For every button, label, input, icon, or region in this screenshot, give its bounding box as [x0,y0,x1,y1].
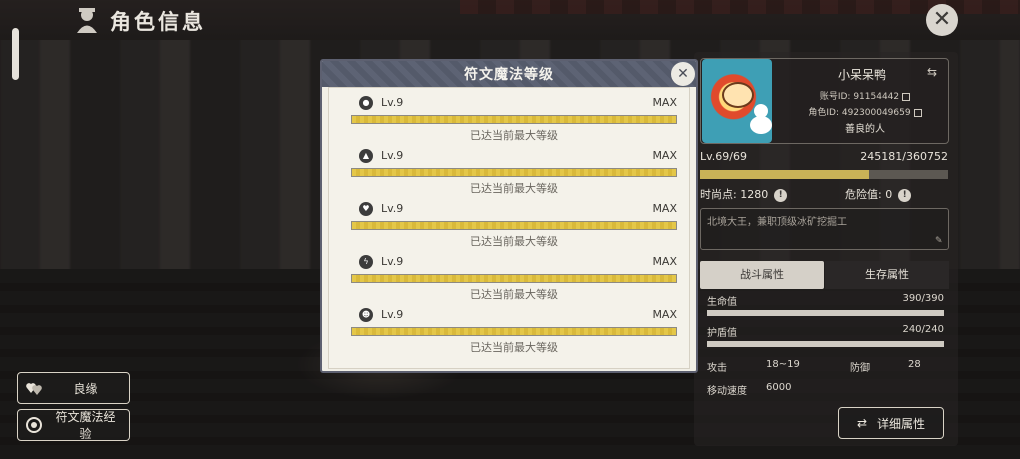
snowman-icon [750,104,772,134]
rune-row: ● Lv.9 MAX 已达当前最大等级 [351,96,677,146]
rune-row: ☻ Lv.9 MAX 已达当前最大等级 [351,308,677,358]
close-icon[interactable]: ✕ [926,4,958,36]
rune-row: ♥ Lv.9 MAX 已达当前最大等级 [351,202,677,252]
rune-progress-bar [351,327,677,336]
exp-text: 245181/360752 [860,150,948,163]
rune-level: Lv.9 [381,308,404,321]
rune-progress-bar [351,221,677,230]
tab-survival-attributes[interactable]: 生存属性 [825,261,949,289]
rune-level: Lv.9 [381,149,404,162]
role-id: 角色ID: 492300049659 [790,105,940,118]
rune-max: MAX [652,202,677,215]
close-icon[interactable]: ✕ [671,62,695,86]
tab-battle-attributes[interactable]: 战斗属性 [700,261,824,289]
detail-attributes-label: 详细属性 [877,416,926,431]
scroll-handle[interactable] [12,28,19,80]
swap-icon[interactable]: ⇆ [927,65,937,79]
rune-note: 已达当前最大等级 [470,235,558,248]
exp-fill [700,170,869,179]
rune-note: 已达当前最大等级 [470,182,558,195]
hp-bar [707,310,944,316]
skull-icon: ☻ [359,308,373,322]
defense-label: 防御 [850,363,870,374]
rune-magic-exp-button[interactable]: 符文魔法经验 [17,409,130,441]
rune-note: 已达当前最大等级 [470,129,558,142]
rune-progress-fill [352,222,676,229]
defense-value: 28 [908,359,921,370]
copy-icon[interactable] [913,108,922,117]
rune-level: Lv.9 [381,202,404,215]
rune-progress-fill [352,275,676,282]
rune-level: Lv.9 [381,255,404,268]
flame-icon: ▲ [359,149,373,163]
account-id: 账号ID: 91154442 [790,89,940,102]
rune-note: 已达当前最大等级 [470,288,558,301]
rune-magic-level-dialog: 符文魔法等级 ✕ ● Lv.9 MAX 已达当前最大等级 ▲ Lv.9 MAX … [320,59,698,373]
danger-value: 危险值: 0! [845,186,912,202]
info-icon[interactable]: ! [774,188,788,202]
detail-attributes-button[interactable]: ⇄ 详细属性 [838,407,944,439]
rune-magic-exp-label: 符文魔法经验 [55,410,116,441]
pencil-icon[interactable]: ✎ [935,236,943,246]
rune-max: MAX [652,96,677,109]
page-title: 角色信息 [110,10,206,34]
rune-progress-fill [352,169,676,176]
rune-row: ϟ Lv.9 MAX 已达当前最大等级 [351,255,677,305]
rune-progress-bar [351,168,677,177]
shield-bar [707,341,944,347]
player-title: 善良的人 [845,124,885,135]
info-icon[interactable]: ! [898,188,912,202]
fire-drop-icon: ● [359,96,373,110]
hp-value: 390/390 [902,293,944,304]
speed-label: 移动速度 [707,386,747,397]
dialog-title: 符文魔法等级 [464,67,554,83]
attack-label: 攻击 [707,363,727,374]
dialog-body: ● Lv.9 MAX 已达当前最大等级 ▲ Lv.9 MAX 已达当前最大等级 … [328,87,690,369]
rune-orb-icon [26,417,42,433]
hearts-icon [26,383,42,395]
hp-bar-fill [707,310,944,316]
rune-progress-bar [351,115,677,124]
level-text: Lv.69/69 [700,150,747,163]
lightning-icon: ϟ [359,255,373,269]
good-fate-label: 良缘 [73,381,98,396]
hp-label: 生命值 [707,297,737,308]
signature-text: 北境大王，兼职顶级冰矿挖掘工 [707,217,847,228]
exp-bar [700,170,948,179]
rune-level: Lv.9 [381,96,404,109]
signature-field[interactable]: 北境大王，兼职顶级冰矿挖掘工 [700,208,949,250]
rune-progress-fill [352,328,676,335]
rune-max: MAX [652,308,677,321]
rune-note: 已达当前最大等级 [470,341,558,354]
swap-arrows-icon: ⇄ [856,416,868,430]
fashion-points: 时尚点: 1280! [700,186,788,202]
copy-icon[interactable] [902,92,911,101]
rune-progress-fill [352,116,676,123]
rune-max: MAX [652,149,677,162]
shield-value: 240/240 [902,324,944,335]
shield-bar-fill [707,341,944,347]
good-fate-button[interactable]: 良缘 [17,372,130,404]
player-name: 小呆呆鸭 [837,68,886,82]
speed-value: 6000 [766,382,792,393]
rune-max: MAX [652,255,677,268]
rune-progress-bar [351,274,677,283]
character-icon [77,8,97,33]
shield-label: 护盾值 [707,328,737,339]
heart-icon: ♥ [359,202,373,216]
attack-value: 18~19 [766,359,800,370]
rune-row: ▲ Lv.9 MAX 已达当前最大等级 [351,149,677,199]
